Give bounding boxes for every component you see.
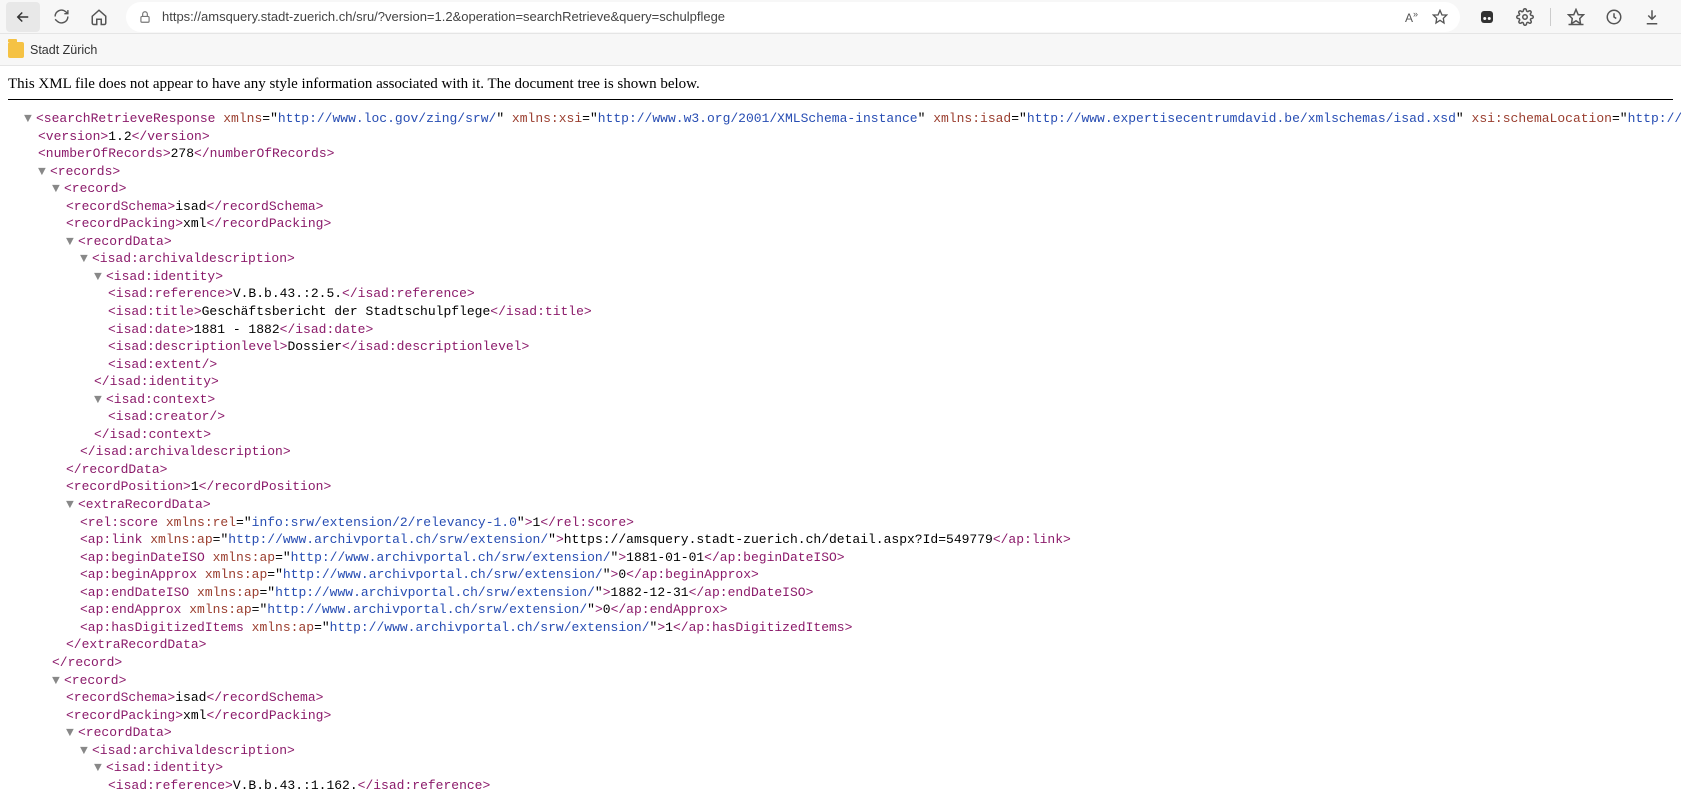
refresh-button[interactable] — [44, 2, 78, 32]
xml-text: 1882-12-31 — [611, 585, 689, 600]
xml-text: V.B.b.43.:2.5. — [233, 286, 342, 301]
toggle-icon[interactable]: ▼ — [80, 250, 92, 268]
xml-text: 278 — [171, 146, 194, 161]
toggle-icon[interactable]: ▼ — [38, 163, 50, 181]
bookmark-label: Stadt Zürich — [30, 43, 97, 57]
xml-text: 1 — [665, 620, 673, 635]
back-button[interactable] — [6, 2, 40, 32]
attr-val: http://www.loc.gov/zing/srw/ — [278, 111, 496, 126]
toggle-icon[interactable]: ▼ — [24, 110, 36, 128]
bookmarks-bar: Stadt Zürich — [0, 34, 1681, 66]
folder-icon — [8, 42, 24, 58]
browser-toolbar: https://amsquery.stadt-zuerich.ch/sru/?v… — [0, 0, 1681, 34]
xml-text: xml — [183, 708, 206, 723]
xml-text: 0 — [603, 602, 611, 617]
toolbar-right-icons — [1470, 2, 1675, 32]
attr-val: http://www.archivportal.ch/srw/extension… — [228, 532, 548, 547]
xml-text: 1 — [191, 479, 199, 494]
favorites-icon[interactable] — [1559, 2, 1593, 32]
download-icon[interactable] — [1635, 2, 1669, 32]
bookmark-stadt-zuerich[interactable]: Stadt Zürich — [8, 42, 97, 58]
separator — [1550, 8, 1551, 26]
attr-val: http://www.expertisecentrumdavid.be/xmls… — [1027, 111, 1456, 126]
xml-text: 0 — [618, 567, 626, 582]
toggle-icon[interactable]: ▼ — [52, 180, 64, 198]
toggle-icon[interactable]: ▼ — [52, 672, 64, 690]
toggle-icon[interactable]: ▼ — [94, 268, 106, 286]
attr-val: http://www.archivportal.ch/srw/extension… — [283, 567, 603, 582]
url-text: https://amsquery.stadt-zuerich.ch/sru/?v… — [162, 9, 1391, 24]
page-content: This XML file does not appear to have an… — [0, 66, 1681, 802]
toggle-icon[interactable]: ▼ — [66, 496, 78, 514]
extension-icon[interactable] — [1470, 2, 1504, 32]
toggle-icon[interactable]: ▼ — [94, 759, 106, 777]
toggle-icon[interactable]: ▼ — [66, 724, 78, 742]
xml-text: xml — [183, 216, 206, 231]
attr-val: http://www.archivportal.ch/srw/extension… — [275, 585, 595, 600]
attr-val: http://www.archivportal.ch/srw/extension… — [330, 620, 650, 635]
xml-text: V.B.b.43.:1.162. — [233, 778, 358, 793]
xml-text: isad — [175, 199, 206, 214]
xml-text: 1881-01-01 — [626, 550, 704, 565]
read-aloud-icon[interactable]: A» — [1401, 9, 1422, 25]
home-button[interactable] — [82, 2, 116, 32]
toggle-icon[interactable]: ▼ — [80, 742, 92, 760]
attr-val: http://www.archivportal.ch/srw/extension… — [291, 550, 611, 565]
lock-icon — [138, 10, 152, 24]
xml-text: Geschäftsbericht der Stadtschulpflege — [202, 304, 491, 319]
history-icon[interactable] — [1597, 2, 1631, 32]
address-bar[interactable]: https://amsquery.stadt-zuerich.ch/sru/?v… — [126, 2, 1460, 32]
attr-val: http://www.loc.gov/zing/srw/ http://www.… — [1628, 111, 1681, 126]
xml-tree: ▼<searchRetrieveResponse xmlns="http://w… — [8, 110, 1673, 794]
favorite-star-icon[interactable] — [1432, 9, 1448, 25]
divider — [8, 99, 1673, 100]
attr-val: http://www.archivportal.ch/srw/extension… — [267, 602, 587, 617]
xml-text: 1.2 — [108, 129, 131, 144]
settings-gear-icon[interactable] — [1508, 2, 1542, 32]
toggle-icon[interactable]: ▼ — [66, 233, 78, 251]
xml-notice: This XML file does not appear to have an… — [8, 74, 1673, 99]
xml-text: 1881 - 1882 — [194, 322, 280, 337]
attr-val: http://www.w3.org/2001/XMLSchema-instanc… — [598, 111, 918, 126]
toggle-icon[interactable]: ▼ — [94, 391, 106, 409]
attr-val: info:srw/extension/2/relevancy-1.0 — [252, 515, 517, 530]
xml-text: isad — [175, 690, 206, 705]
xml-text: https://amsquery.stadt-zuerich.ch/detail… — [564, 532, 993, 547]
xml-text: Dossier — [287, 339, 342, 354]
